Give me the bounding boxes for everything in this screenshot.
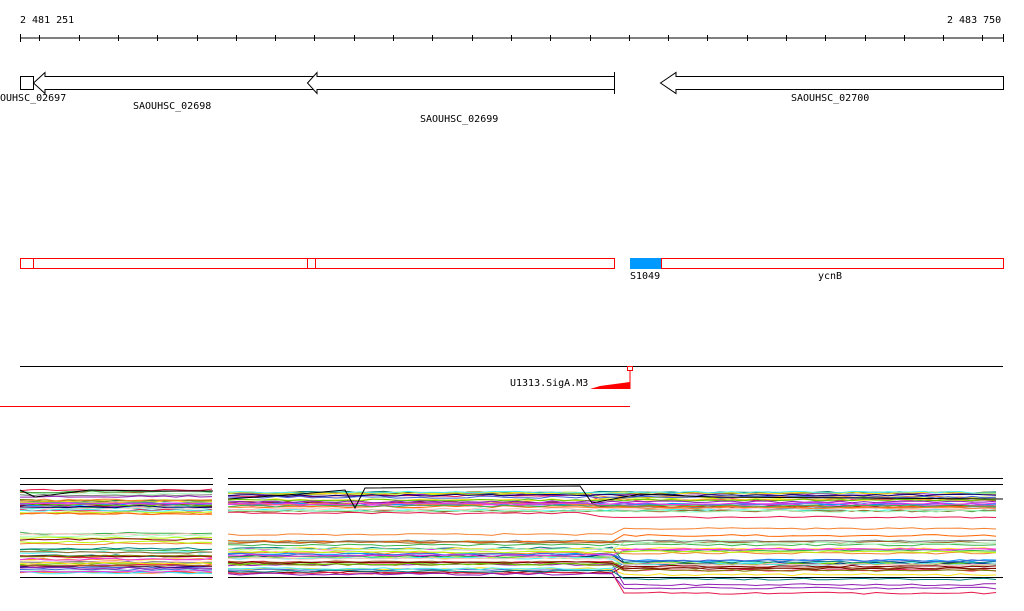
feature-box[interactable]	[307, 258, 316, 269]
expression-line	[19, 538, 213, 541]
promoter-label: U1313.SigA.M3	[510, 378, 588, 389]
feature-label: ycnB	[818, 271, 842, 282]
expression-line	[227, 527, 997, 536]
gene-label: SAOUHSC_02700	[791, 93, 869, 104]
expression-line	[228, 511, 997, 519]
expression-line	[227, 500, 997, 504]
ruler-start-label: 2 481 251	[20, 15, 74, 26]
promoter-signal	[590, 382, 630, 389]
expression-line	[227, 571, 997, 595]
gene-02699-arrow[interactable]	[306, 71, 615, 95]
feature-box[interactable]	[20, 258, 34, 269]
ruler	[20, 34, 1004, 42]
genome-browser: 2 481 251 2 483 750 OUHSC_02697 SAOUHSC_…	[0, 15, 1004, 595]
feature-box[interactable]	[315, 258, 615, 269]
gene-02697[interactable]	[20, 76, 34, 90]
gene-label: SAOUHSC_02698	[133, 101, 211, 112]
promoter-marker[interactable]	[627, 366, 633, 371]
expression-line	[20, 495, 213, 498]
expression-line	[19, 540, 213, 544]
gene-02700-arrow[interactable]	[659, 71, 1004, 95]
feature-track: S1049 ycnB	[20, 258, 1004, 282]
expression-plot	[19, 478, 1004, 595]
gene-track: OUHSC_02697 SAOUHSC_02698 SAOUHSC_02699 …	[0, 71, 1004, 125]
gene-label: OUHSC_02697	[0, 93, 66, 104]
feature-box[interactable]	[33, 258, 308, 269]
feature-label: S1049	[630, 271, 660, 282]
expression-line	[227, 572, 997, 590]
gene-label: SAOUHSC_02699	[420, 114, 498, 125]
feature-ycnb[interactable]	[661, 258, 1004, 269]
promoter-track: U1313.SigA.M3	[0, 366, 1003, 407]
gene-02698-arrow[interactable]	[32, 71, 316, 95]
ruler-end-label: 2 483 750	[947, 15, 1001, 26]
feature-s1049[interactable]	[630, 258, 661, 269]
